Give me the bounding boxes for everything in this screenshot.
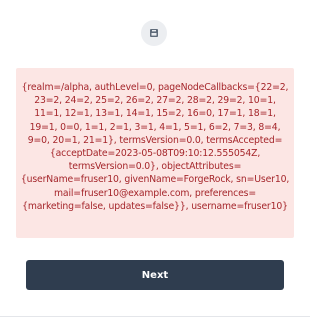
page-icon-glyph: [150, 29, 158, 37]
page-icon: [141, 20, 167, 46]
login-page: {realm=/alpha, authLevel=0, pageNodeCall…: [0, 0, 310, 318]
bottom-divider: [0, 316, 310, 317]
error-message: {realm=/alpha, authLevel=0, pageNodeCall…: [20, 82, 290, 212]
next-button[interactable]: Next: [26, 260, 284, 290]
error-alert: {realm=/alpha, authLevel=0, pageNodeCall…: [16, 68, 294, 238]
